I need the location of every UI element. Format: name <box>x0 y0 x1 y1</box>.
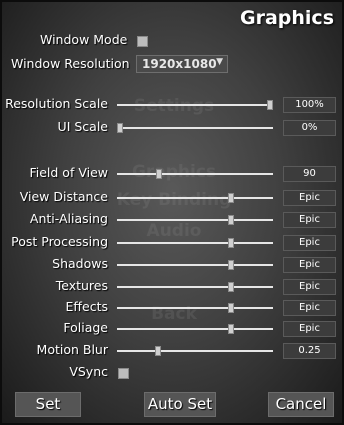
textures-slider-thumb[interactable] <box>228 282 234 292</box>
post-processing-slider-thumb[interactable] <box>228 238 234 248</box>
post-processing-slider[interactable] <box>117 238 273 248</box>
motion-blur-label: Motion Blur <box>36 342 108 357</box>
window-mode-checkbox[interactable] <box>137 36 148 47</box>
resolution-scale-slider-thumb[interactable] <box>267 100 273 110</box>
window-mode-label: Window Mode <box>40 32 128 47</box>
vsync-checkbox[interactable] <box>118 368 129 379</box>
foliage-value: Epic <box>283 321 336 337</box>
resolution-scale-value: 100% <box>283 97 336 113</box>
shadows-slider-thumb[interactable] <box>228 260 234 270</box>
view-distance-slider[interactable] <box>117 193 273 203</box>
foliage-slider[interactable] <box>117 324 273 334</box>
window-resolution-label: Window Resolution <box>11 56 130 71</box>
set-button[interactable]: Set <box>15 392 81 417</box>
textures-value: Epic <box>283 279 336 295</box>
motion-blur-slider-thumb[interactable] <box>155 346 161 356</box>
anti-aliasing-label: Anti-Aliasing <box>29 211 108 226</box>
field-of-view-value: 90 <box>283 166 336 182</box>
auto-set-button[interactable]: Auto Set <box>144 392 216 417</box>
effects-slider-thumb[interactable] <box>228 303 234 313</box>
page-title: Graphics <box>240 7 334 29</box>
resolution-scale-slider[interactable] <box>117 100 273 110</box>
foliage-slider-thumb[interactable] <box>228 324 234 334</box>
motion-blur-value: 0.25 <box>283 343 336 359</box>
resolution-scale-label: Resolution Scale <box>5 96 108 111</box>
post-processing-value: Epic <box>283 235 336 251</box>
window-resolution-value: 1920x1080 <box>142 57 217 71</box>
ui-scale-slider-thumb[interactable] <box>117 123 123 133</box>
anti-aliasing-slider[interactable] <box>117 215 273 225</box>
chevron-down-icon: ▼ <box>216 57 223 67</box>
shadows-value: Epic <box>283 257 336 273</box>
textures-slider[interactable] <box>117 282 273 292</box>
vsync-label: VSync <box>69 364 108 379</box>
shadows-slider[interactable] <box>117 260 273 270</box>
view-distance-slider-thumb[interactable] <box>228 193 234 203</box>
foliage-label: Foliage <box>63 320 108 335</box>
effects-value: Epic <box>283 300 336 316</box>
motion-blur-slider[interactable] <box>117 346 273 356</box>
effects-slider[interactable] <box>117 303 273 313</box>
textures-label: Textures <box>55 278 108 293</box>
effects-label: Effects <box>65 299 109 314</box>
post-processing-label: Post Processing <box>11 234 108 249</box>
view-distance-value: Epic <box>283 190 336 206</box>
ui-scale-label: UI Scale <box>57 119 108 134</box>
window-resolution-select[interactable]: 1920x1080 ▼ <box>136 55 228 73</box>
anti-aliasing-slider-thumb[interactable] <box>228 215 234 225</box>
graphics-settings-panel: Settings Graphics Key Binding Audio Back… <box>0 0 344 425</box>
field-of-view-slider-thumb[interactable] <box>156 169 162 179</box>
ui-scale-value: 0% <box>283 120 336 136</box>
ui-scale-slider[interactable] <box>117 123 273 133</box>
shadows-label: Shadows <box>52 256 108 271</box>
anti-aliasing-value: Epic <box>283 212 336 228</box>
field-of-view-slider[interactable] <box>117 169 273 179</box>
field-of-view-label: Field of View <box>29 165 108 180</box>
cancel-button[interactable]: Cancel <box>268 392 334 417</box>
view-distance-label: View Distance <box>19 189 108 204</box>
